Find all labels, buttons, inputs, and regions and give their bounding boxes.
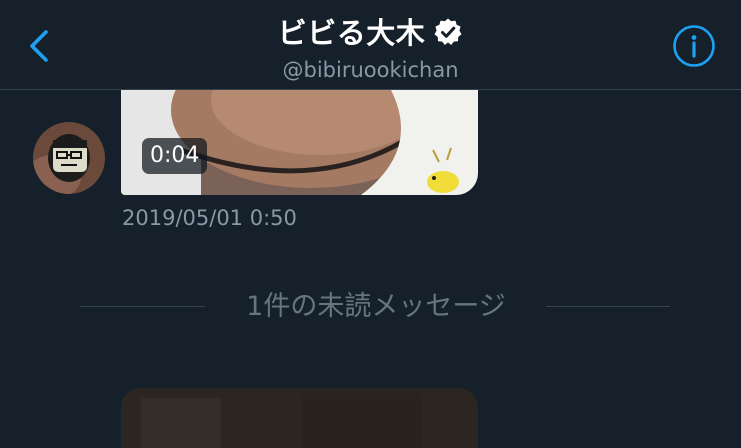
unread-divider-label: 1件の未読メッセージ	[246, 291, 506, 322]
image-message[interactable]	[121, 388, 478, 448]
unread-divider: 1件の未読メッセージ	[0, 284, 741, 322]
info-icon	[673, 25, 715, 67]
title-block: ビビる大木 @bibiruookichan	[0, 10, 741, 82]
verified-badge-icon	[434, 18, 462, 45]
divider-line-right	[546, 306, 670, 307]
video-duration-badge: 0:04	[142, 138, 208, 174]
conversation-title: ビビる大木	[277, 16, 426, 50]
image-thumbnail	[121, 388, 478, 448]
video-message[interactable]: 0:04	[121, 90, 478, 195]
avatar-image	[33, 122, 105, 194]
conversation-handle: @bibiruookichan	[282, 58, 459, 82]
info-button[interactable]	[672, 24, 716, 68]
divider-line-left	[80, 306, 205, 307]
conversation-header: ビビる大木 @bibiruookichan	[0, 0, 741, 90]
sender-avatar[interactable]	[33, 122, 105, 194]
message-timestamp: 2019/05/01 0:50	[122, 206, 297, 230]
